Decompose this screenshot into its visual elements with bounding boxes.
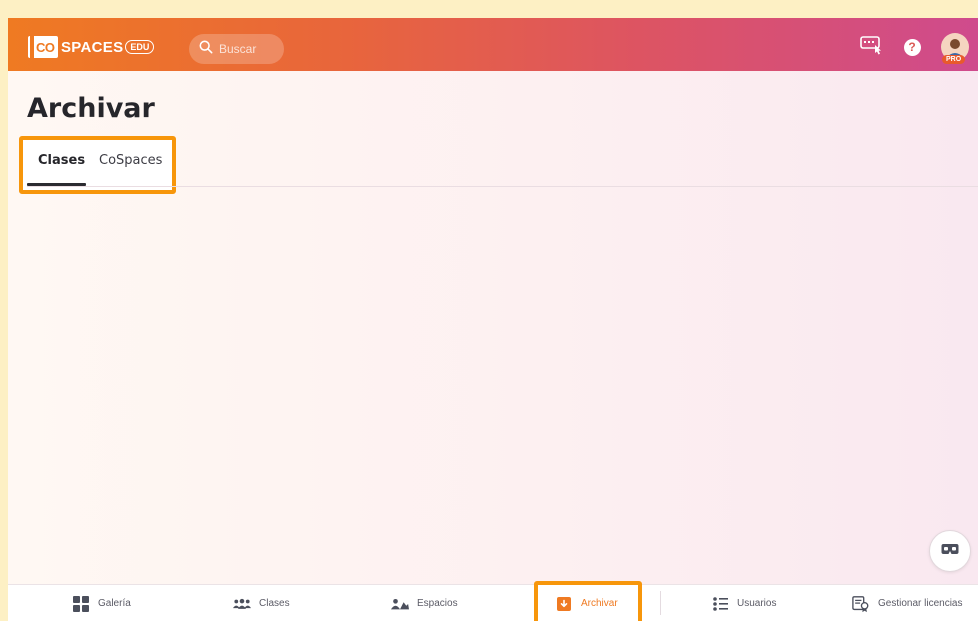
tab-cospaces[interactable]: CoSpaces xyxy=(99,153,162,168)
nav-archivar[interactable]: Archivar xyxy=(555,585,618,621)
group-icon xyxy=(233,595,251,613)
pro-badge: PRO xyxy=(942,55,966,64)
archive-icon xyxy=(555,595,573,613)
logo-text: SPACES xyxy=(61,38,124,56)
app-window: CO SPACES EDU ? xyxy=(8,8,978,621)
logo-co: CO xyxy=(36,39,55,55)
vr-headset-icon xyxy=(941,542,959,560)
top-strip xyxy=(8,8,978,18)
logo-edu-badge: EDU xyxy=(125,40,155,54)
top-right-icons: ? PRO xyxy=(860,32,970,64)
active-tab-indicator xyxy=(27,183,86,186)
nav-usuarios[interactable]: Usuarios xyxy=(711,585,776,621)
search-box[interactable] xyxy=(189,34,284,64)
tab-clases[interactable]: Clases xyxy=(38,153,85,168)
page-title: Archivar xyxy=(27,93,155,124)
nav-separator xyxy=(660,591,661,615)
help-icon: ? xyxy=(903,38,921,56)
nav-label: Espacios xyxy=(417,598,458,609)
nav-label: Galería xyxy=(98,598,131,609)
spaces-icon xyxy=(391,595,409,613)
nav-galeria[interactable]: Galería xyxy=(72,585,131,621)
nav-label: Archivar xyxy=(581,598,618,609)
grid-icon xyxy=(72,595,90,613)
logo-mark: CO xyxy=(28,36,58,58)
tabs-divider xyxy=(27,186,978,187)
search-input[interactable] xyxy=(219,42,279,56)
nav-label: Gestionar licencias xyxy=(878,598,963,609)
nav-gestionar-licencias[interactable]: Gestionar licencias xyxy=(852,585,962,621)
cospaces-logo[interactable]: CO SPACES EDU xyxy=(28,35,155,59)
nav-label: Clases xyxy=(259,598,290,609)
nav-espacios[interactable]: Espacios xyxy=(391,585,458,621)
keyboard-shortcuts-button[interactable] xyxy=(860,35,884,59)
users-list-icon xyxy=(711,595,729,613)
nav-clases[interactable]: Clases xyxy=(233,585,290,621)
search-icon xyxy=(199,40,213,59)
bottom-nav: Galería Clases Espacios Archivar Usuario… xyxy=(8,581,978,621)
help-button[interactable]: ? xyxy=(900,35,924,59)
top-bar: CO SPACES EDU ? xyxy=(8,18,978,71)
nav-label: Usuarios xyxy=(737,598,777,609)
license-icon xyxy=(852,595,870,613)
vr-mode-button[interactable] xyxy=(929,530,971,572)
keyboard-pointer-icon xyxy=(860,35,884,60)
user-avatar[interactable]: PRO xyxy=(940,32,970,64)
